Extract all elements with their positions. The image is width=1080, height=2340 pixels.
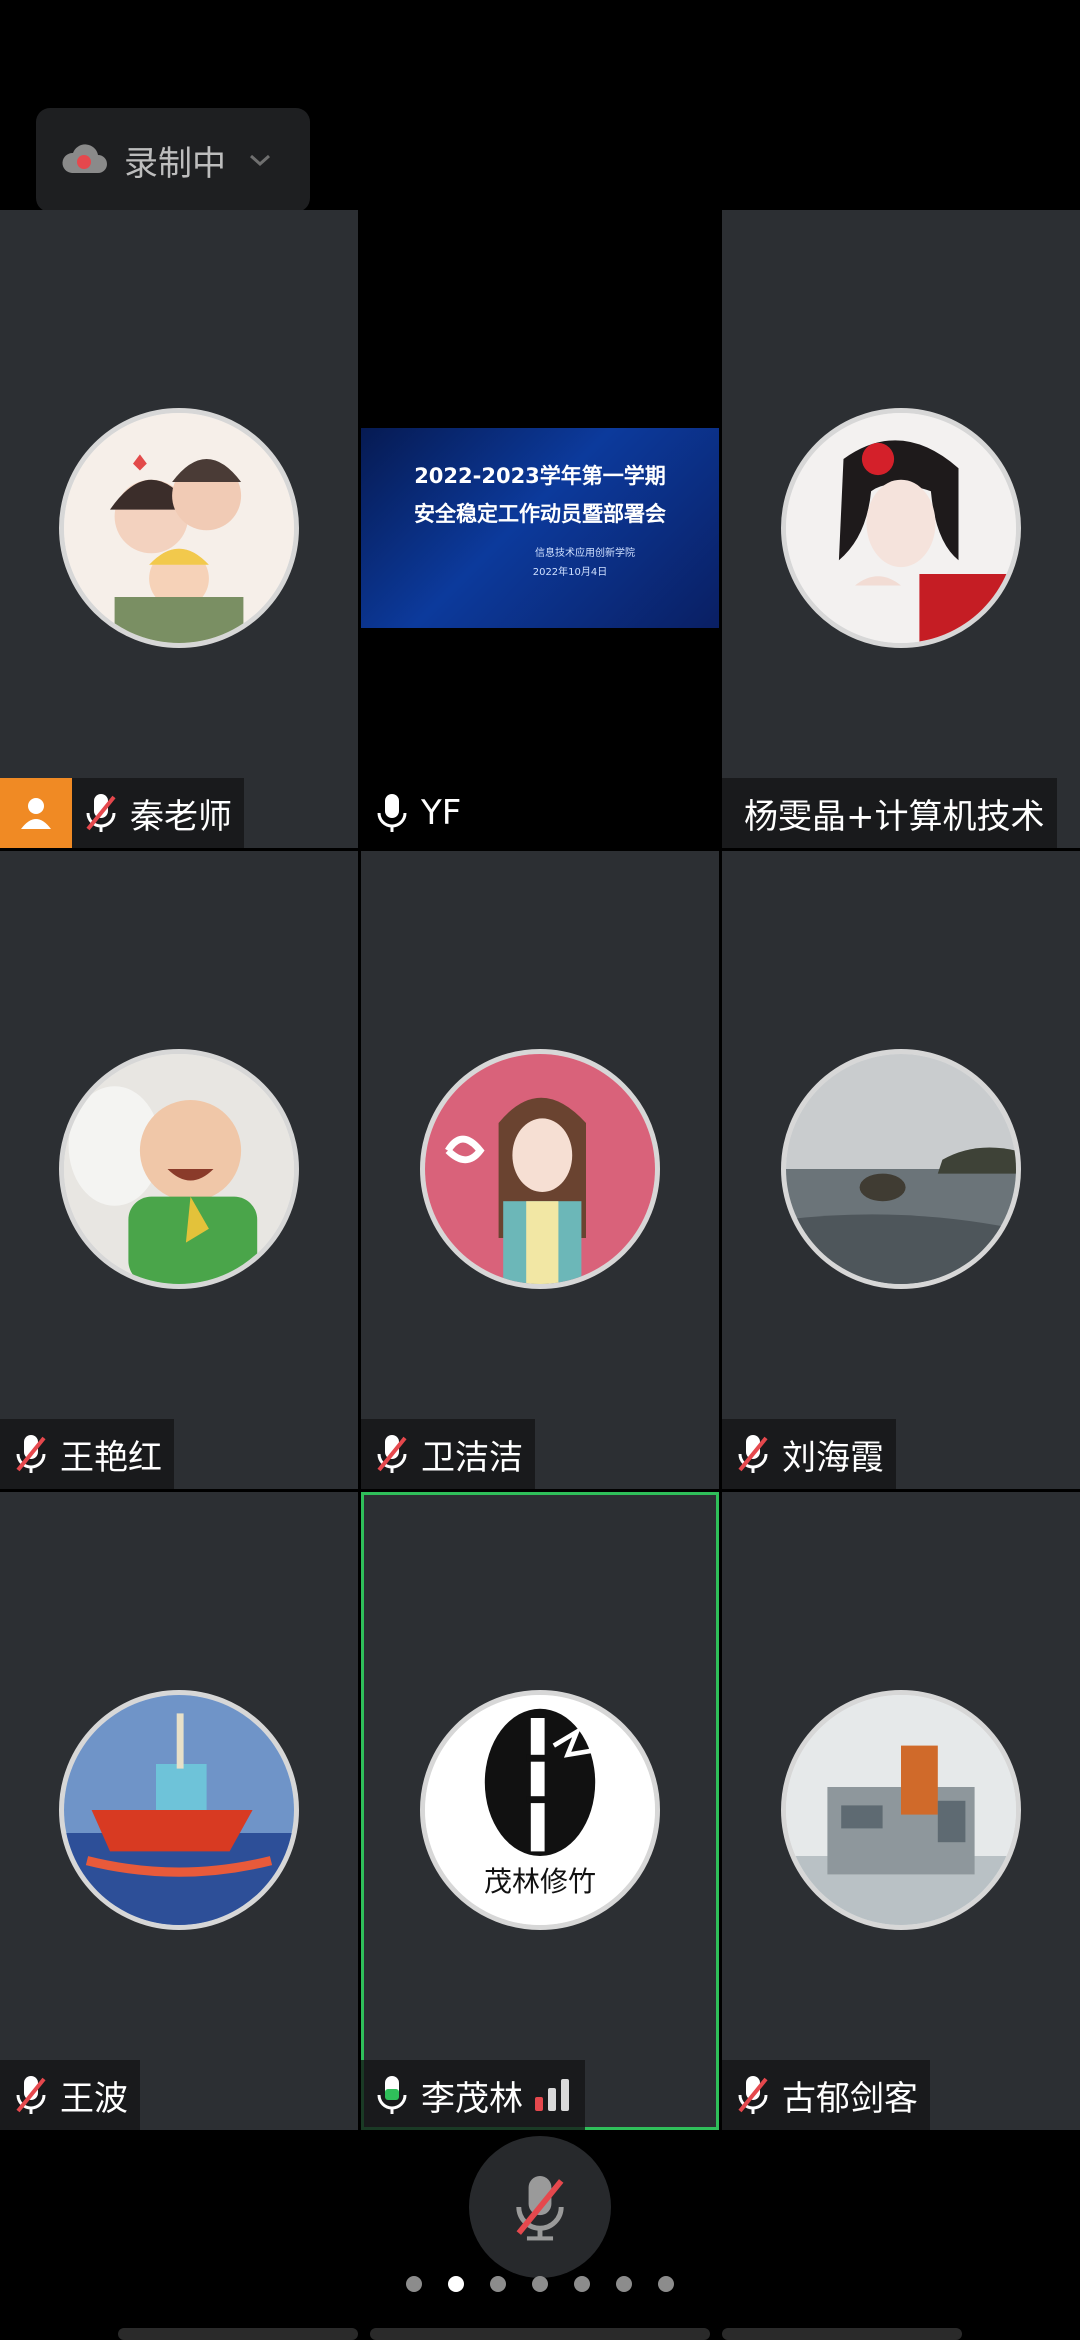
participant-name-tag: 王波 [0,2060,140,2130]
participant-tile[interactable]: 王波 [0,1492,358,2130]
page-dot[interactable] [658,2276,674,2292]
participant-name: 秦老师 [130,796,232,837]
participant-tile[interactable]: 古郁剑客 [722,1492,1080,2130]
avatar: 茂林修竹 [420,1690,660,1930]
shared-screen-title-2: 安全稳定工作动员暨部署会 [414,502,666,526]
page-dot[interactable] [532,2276,548,2292]
avatar-calligraphy-text: 茂林修竹 [483,1865,596,1898]
participant-name: 卫洁洁 [421,1437,523,1478]
shared-screen-title-1: 2022-2023学年第一学期 [414,464,666,488]
avatar [59,1690,299,1930]
cloud-record-icon [62,144,107,173]
signal-strength-icon [535,2079,569,2111]
toolbar-edge [722,2328,962,2340]
participant-tile[interactable]: 刘海霞 [722,851,1080,1489]
toolbar-edge [370,2328,710,2340]
shared-screen-preview[interactable]: 2022-2023学年第一学期 安全稳定工作动员暨部署会 信息技术应用创新学院 … [361,428,719,628]
participant-name: 刘海霞 [782,1437,884,1478]
chevron-down-icon [250,154,270,167]
shared-screen-org: 信息技术应用创新学院 [535,548,635,559]
recording-label: 录制中 [124,143,226,184]
page-dot-current[interactable] [448,2276,464,2292]
mic-muted-icon [86,794,116,832]
mic-muted-icon [738,2076,768,2114]
participant-name-tag: 王艳红 [0,1419,174,1489]
mic-muted-icon [377,1435,407,1473]
participant-name-tag: 古郁剑客 [722,2060,930,2130]
avatar [59,408,299,648]
toggle-mic-button[interactable] [469,2136,611,2278]
avatar [781,1049,1021,1289]
participant-name-tag: 李茂林 [361,2060,585,2130]
avatar [781,1690,1021,1930]
mic-muted-icon [738,1435,768,1473]
participant-name: 王波 [60,2078,128,2119]
participant-name: 李茂林 [421,2078,523,2119]
participant-name-tag: 卫洁洁 [361,1419,535,1489]
recording-indicator[interactable]: 录制中 [36,108,310,212]
page-indicator[interactable] [0,2276,1080,2292]
participant-name: 杨雯晶+计算机技术 [744,796,1045,837]
page-dot[interactable] [490,2276,506,2292]
participant-tile[interactable]: 王艳红 [0,851,358,1489]
mic-muted-icon [16,2076,46,2114]
participant-tile-active-speaker[interactable]: 茂林修竹 李茂林 [361,1492,719,2130]
avatar [781,408,1021,648]
mic-icon [377,794,407,832]
mic-active-icon [377,2076,407,2114]
participant-tile[interactable]: 卫洁洁 [361,851,719,1489]
participant-name-tag: 秦老师 [0,778,244,848]
participant-tile[interactable]: 杨雯晶+计算机技术 [722,210,1080,848]
avatar [420,1049,660,1289]
host-icon [0,778,72,848]
page-dot[interactable] [574,2276,590,2292]
participant-tile-screen-share[interactable]: 2022-2023学年第一学期 安全稳定工作动员暨部署会 信息技术应用创新学院 … [361,210,719,848]
participant-name-tag: 杨雯晶+计算机技术 [722,778,1057,848]
participant-name-tag: YF [361,778,473,848]
mic-muted-icon [16,1435,46,1473]
participant-tile[interactable]: 秦老师 [0,210,358,848]
avatar [59,1049,299,1289]
toolbar-edge [118,2328,358,2340]
page-dot[interactable] [406,2276,422,2292]
participant-name-tag: 刘海霞 [722,1419,896,1489]
mic-muted-icon [516,2176,564,2241]
page-dot[interactable] [616,2276,632,2292]
participant-grid: 秦老师 2022-2023学年第一学期 安全稳定工作动员暨部署会 信息技术应用创… [0,210,1080,2130]
participant-name: 古郁剑客 [782,2078,918,2119]
participant-name: 王艳红 [60,1437,162,1478]
shared-screen-date: 2022年10月4日 [532,567,608,578]
participant-name: YF [421,793,462,833]
